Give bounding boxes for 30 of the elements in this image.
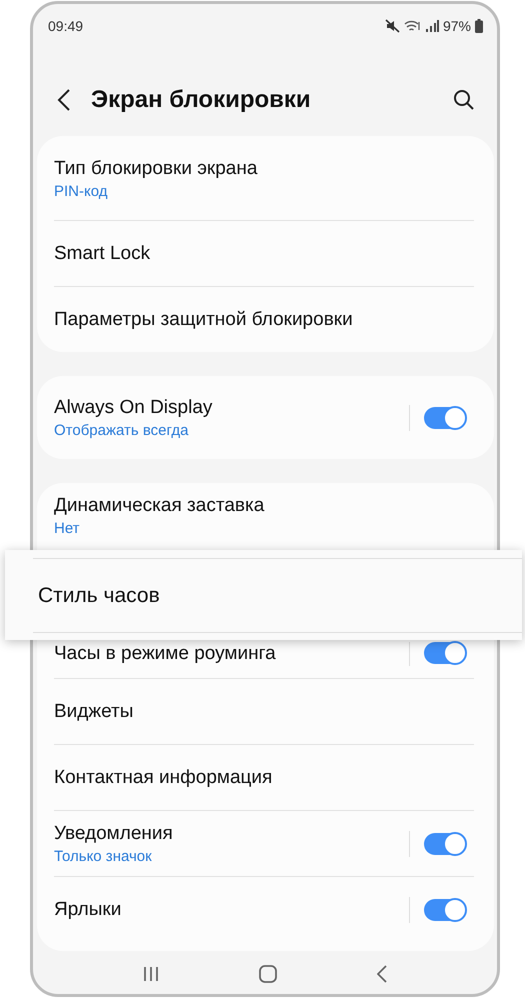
setting-value: Нет xyxy=(54,520,81,537)
setting-title[interactable]: Параметры защитной блокировки xyxy=(54,308,466,332)
search-icon[interactable] xyxy=(453,89,475,111)
setting-title[interactable]: Ярлыки xyxy=(54,898,409,922)
battery-level: 97% xyxy=(442,18,471,34)
home-icon[interactable] xyxy=(259,965,277,983)
setting-title[interactable]: Smart Lock xyxy=(54,242,466,266)
setting-title[interactable]: Тип блокировки экрана xyxy=(54,156,466,180)
setting-title[interactable]: Контактная информация xyxy=(54,766,466,790)
signal-icon xyxy=(424,19,439,33)
recent-apps-icon[interactable] xyxy=(143,966,159,982)
toggle-switch[interactable] xyxy=(424,832,466,854)
setting-value: Только значок xyxy=(54,848,153,865)
setting-value: Отображать всегда xyxy=(54,422,190,439)
highlighted-setting[interactable]: Стиль часов xyxy=(5,550,522,640)
battery-icon xyxy=(475,19,483,33)
status-time: 09:49 xyxy=(48,18,84,34)
page-title: Экран блокировки xyxy=(91,86,312,114)
setting-title[interactable]: Уведомления xyxy=(54,822,409,846)
back-icon[interactable] xyxy=(57,88,71,112)
setting-title[interactable]: Часы в режиме роуминга xyxy=(54,642,409,666)
setting-title[interactable]: Виджеты xyxy=(54,700,466,724)
toggle-switch[interactable] xyxy=(424,642,466,664)
toggle-switch[interactable] xyxy=(424,406,466,428)
setting-title[interactable]: Always On Display xyxy=(54,396,409,420)
wifi-icon xyxy=(404,19,421,33)
toggle-switch[interactable] xyxy=(424,898,466,920)
setting-title[interactable]: Динамическая заставка xyxy=(54,494,466,518)
mute-icon xyxy=(384,19,400,33)
setting-value: PIN-код xyxy=(54,182,108,200)
